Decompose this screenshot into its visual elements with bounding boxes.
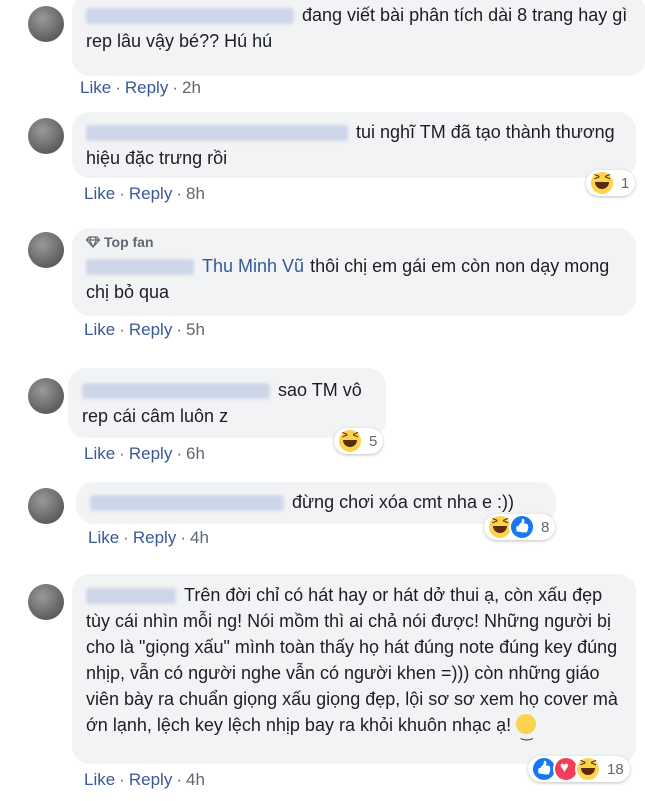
avatar[interactable] (28, 118, 64, 154)
reply-link[interactable]: Reply (129, 770, 172, 789)
like-link[interactable]: Like (84, 184, 115, 203)
comment-actions: Like · Reply · 4h (88, 528, 209, 547)
timestamp[interactable]: 4h (186, 770, 205, 789)
reply-link[interactable]: Reply (129, 320, 172, 339)
like-link[interactable]: Like (80, 78, 111, 97)
avatar[interactable] (28, 488, 64, 524)
like-link[interactable]: Like (84, 444, 115, 463)
author-name-blurred[interactable] (86, 588, 176, 605)
comment-actions: Like · Reply · 4h (84, 770, 205, 789)
like-react-icon (509, 514, 535, 540)
timestamp[interactable]: 4h (190, 528, 209, 547)
reply-link[interactable]: Reply (125, 78, 168, 97)
reply-link[interactable]: Reply (129, 184, 172, 203)
comment-actions: Like · Reply · 8h (84, 184, 205, 203)
comment-text: đừng chơi xóa cmt nha e :)) (292, 492, 514, 512)
avatar[interactable] (28, 584, 64, 620)
top-fan-label: Top fan (104, 234, 154, 250)
timestamp[interactable]: 6h (186, 444, 205, 463)
reaction-count: 5 (369, 432, 378, 450)
reaction-summary[interactable]: 18 (528, 756, 630, 782)
timestamp[interactable]: 8h (186, 184, 205, 203)
haha-react-icon (337, 428, 363, 454)
reaction-count: 8 (541, 518, 550, 536)
comment-bubble: Trên đời chỉ có hát hay or hát dở thui ạ… (72, 574, 636, 764)
top-fan-gem-icon (86, 236, 100, 248)
haha-react-icon (589, 170, 615, 196)
author-name-blurred[interactable] (86, 8, 294, 25)
comment-actions: Like · Reply · 6h (84, 444, 205, 463)
author-name-blurred[interactable] (86, 259, 194, 276)
avatar[interactable] (28, 378, 64, 414)
comment-actions: Like · Reply · 5h (84, 320, 205, 339)
wink-emoji-icon (516, 714, 537, 745)
author-name-blurred[interactable] (82, 383, 270, 400)
comment-text: Trên đời chỉ có hát hay or hát dở thui ạ… (86, 585, 618, 735)
comment-actions: Like · Reply · 2h (80, 78, 201, 97)
reaction-summary[interactable]: 5 (334, 428, 384, 454)
reaction-count: 18 (607, 760, 624, 778)
timestamp[interactable]: 5h (186, 320, 205, 339)
reply-link[interactable]: Reply (129, 444, 172, 463)
haha-react-icon (575, 756, 601, 782)
comment-bubble: đang viết bài phân tích dài 8 trang hay … (72, 0, 645, 76)
reaction-summary[interactable]: 8 (484, 514, 556, 540)
reaction-summary[interactable]: 1 (586, 170, 636, 196)
comment-bubble: Top fan Thu Minh Vũ thôi chị em gái em cò… (72, 228, 636, 316)
author-name-blurred[interactable] (90, 495, 284, 512)
top-fan-badge: Top fan (86, 233, 624, 251)
timestamp[interactable]: 2h (182, 78, 201, 97)
comment-bubble: tui nghĩ TM đã tạo thành thương hiệu đặc… (72, 112, 636, 178)
tagged-name[interactable]: Thu Minh Vũ (202, 256, 304, 276)
reaction-count: 1 (621, 174, 630, 192)
avatar[interactable] (28, 6, 64, 42)
author-name-blurred[interactable] (86, 125, 348, 142)
reply-link[interactable]: Reply (133, 528, 176, 547)
like-link[interactable]: Like (88, 528, 119, 547)
comment-bubble: sao TM vô rep cái câm luôn z (68, 368, 386, 438)
like-link[interactable]: Like (84, 320, 115, 339)
comment-bubble: đừng chơi xóa cmt nha e :)) (76, 482, 556, 524)
avatar[interactable] (28, 232, 64, 268)
like-link[interactable]: Like (84, 770, 115, 789)
